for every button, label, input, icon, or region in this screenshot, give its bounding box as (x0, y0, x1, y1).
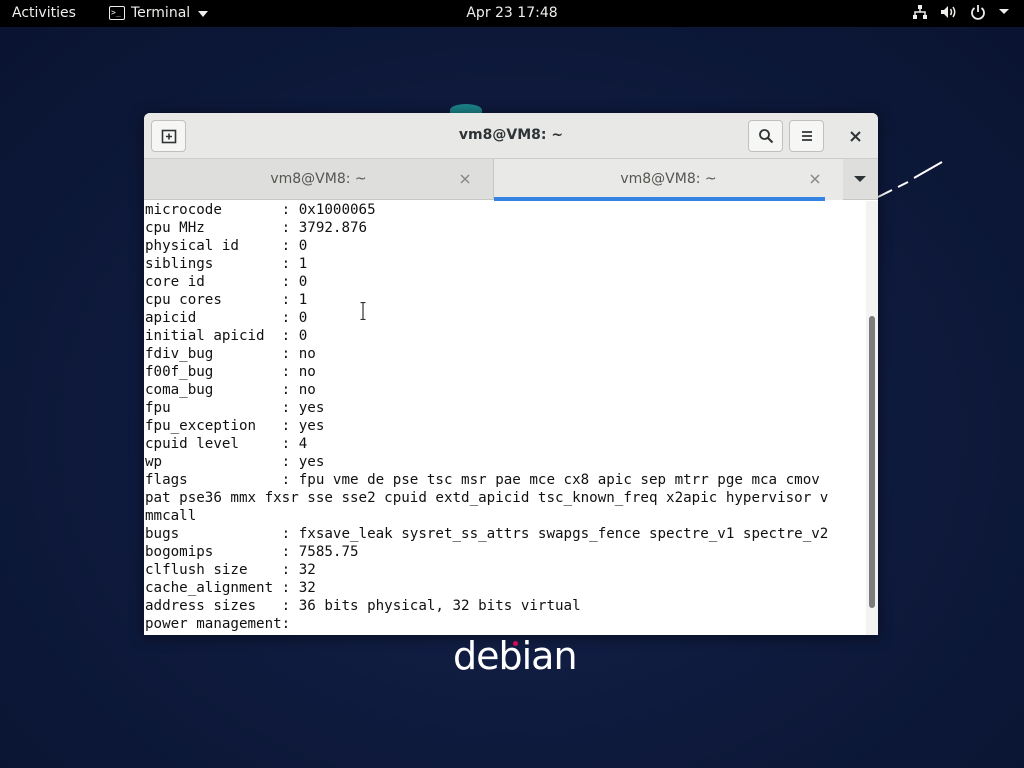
power-icon (971, 5, 985, 20)
close-icon (849, 130, 861, 142)
terminal-line: power management: (145, 616, 291, 632)
top-bar: Activities >_ Terminal Apr 23 17:48 (0, 0, 1024, 27)
tab-label: vm8@VM8: ~ (270, 171, 367, 187)
terminal-line: apicid : 0 (145, 310, 308, 326)
search-button[interactable] (748, 120, 783, 152)
terminal-line: pat pse36 mmx fxsr sse sse2 cpuid extd_a… (145, 490, 829, 506)
tab-label: vm8@VM8: ~ (620, 171, 717, 187)
hamburger-menu-icon (801, 131, 812, 141)
terminal-line: coma_bug : no (145, 382, 316, 398)
scrollbar[interactable] (866, 201, 878, 635)
terminal-line: wp : yes (145, 454, 325, 470)
search-icon (758, 129, 773, 144)
system-menu[interactable] (912, 4, 1010, 20)
text-cursor-icon (360, 302, 366, 320)
tab-close-icon[interactable] (459, 173, 471, 185)
terminal-line: initial apicid : 0 (145, 328, 308, 344)
tab-2[interactable]: vm8@VM8: ~ (494, 159, 843, 201)
terminal-line: core id : 0 (145, 274, 308, 290)
menu-button[interactable] (789, 120, 824, 152)
terminal-line: mmcall (145, 508, 197, 524)
terminal-line: siblings : 1 (145, 256, 308, 272)
close-window-button[interactable] (846, 127, 864, 145)
network-icon (913, 5, 927, 19)
chevron-down-icon (999, 9, 1009, 14)
tab-list-dropdown-icon[interactable] (854, 176, 866, 182)
terminal-output[interactable]: microcode : 0x1000065 cpu MHz : 3792.876 p… (144, 201, 866, 635)
terminal-line: bogomips : 7585.75 (145, 544, 359, 560)
terminal-line: clflush size : 32 (145, 562, 316, 578)
terminal-line: cpu cores : 1 (145, 292, 308, 308)
tab-1[interactable]: vm8@VM8: ~ (144, 159, 493, 200)
tab-close-icon[interactable] (809, 173, 821, 185)
terminal-line: cpu MHz : 3792.876 (145, 220, 368, 236)
terminal-line: fpu : yes (145, 400, 325, 416)
tab-bar: vm8@VM8: ~ vm8@VM8: ~ (144, 159, 878, 201)
debian-logo-dot (513, 641, 518, 646)
volume-icon (941, 6, 956, 18)
clock[interactable]: Apr 23 17:48 (0, 5, 1024, 21)
terminal-line: cache_alignment : 32 (145, 580, 316, 596)
terminal-line: physical id : 0 (145, 238, 308, 254)
terminal-line: bugs : fxsave_leak sysret_ss_attrs swapg… (145, 526, 829, 542)
terminal-window: vm8@VM8: ~ vm8@VM8: ~ vm8@VM8: ~ microco… (144, 113, 878, 635)
scrollbar-thumb[interactable] (869, 316, 875, 608)
terminal-line: cpuid level : 4 (145, 436, 308, 452)
terminal-line: microcode : 0x1000065 (145, 202, 376, 218)
terminal-line: flags : fpu vme de pse tsc msr pae mce c… (145, 472, 820, 488)
terminal-line: fpu_exception : yes (145, 418, 325, 434)
terminal-line: f00f_bug : no (145, 364, 316, 380)
header-bar: vm8@VM8: ~ (144, 113, 878, 159)
terminal-line: address sizes : 36 bits physical, 32 bit… (145, 598, 581, 614)
terminal-line: fdiv_bug : no (145, 346, 316, 362)
